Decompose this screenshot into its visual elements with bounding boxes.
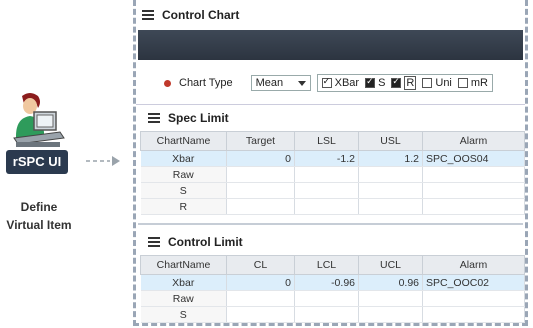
- spec-limit-title: Spec Limit: [168, 111, 229, 125]
- cell[interactable]: -0.96: [294, 274, 359, 291]
- table-row[interactable]: Raw: [140, 290, 525, 307]
- cell[interactable]: [358, 182, 423, 199]
- cell[interactable]: [226, 166, 295, 183]
- cell[interactable]: -1.2: [294, 150, 359, 167]
- list-icon: [148, 237, 160, 247]
- r-label: R: [404, 76, 417, 90]
- cell[interactable]: [226, 322, 295, 323]
- cell[interactable]: SPC_OOS04: [422, 150, 525, 167]
- list-icon: [148, 113, 160, 123]
- control-chart-header: Control Chart: [136, 4, 525, 26]
- col-header[interactable]: ChartName: [140, 131, 227, 151]
- table-row[interactable]: S: [140, 306, 525, 323]
- dashed-arrow-icon: [86, 156, 120, 166]
- mr-label: mR: [470, 77, 488, 89]
- caption: Define Virtual Item: [0, 198, 78, 234]
- uni-checkbox[interactable]: [422, 78, 433, 88]
- cell[interactable]: [422, 322, 525, 323]
- cell[interactable]: [422, 166, 525, 183]
- control-chart-panel: Control Chart Chart Type Mean XBar S R U…: [133, 0, 528, 326]
- cell[interactable]: [422, 182, 525, 199]
- cell[interactable]: SPC_OOC02: [422, 274, 525, 291]
- cell[interactable]: [358, 306, 423, 323]
- control-chart-title: Control Chart: [162, 8, 240, 22]
- cell[interactable]: [358, 166, 423, 183]
- caption-line-1: Define: [20, 200, 58, 214]
- col-header[interactable]: ChartName: [140, 255, 227, 275]
- spec-limit-table: ChartName Target LSL USL Alarm Xbar 0 -1…: [140, 131, 525, 215]
- chart-type-label: Chart Type: [179, 77, 233, 89]
- chevron-down-icon: [297, 80, 306, 86]
- cell[interactable]: [294, 306, 359, 323]
- cell[interactable]: S: [140, 182, 227, 199]
- cell[interactable]: R: [140, 322, 227, 323]
- cell[interactable]: [358, 322, 423, 323]
- table-row[interactable]: Raw: [140, 166, 525, 183]
- cell[interactable]: [226, 182, 295, 199]
- required-dot-icon: [164, 79, 171, 87]
- r-checkbox[interactable]: [391, 76, 402, 88]
- cell[interactable]: 0: [226, 274, 295, 291]
- cell[interactable]: 0.96: [358, 274, 423, 291]
- control-limit-title: Control Limit: [168, 235, 243, 249]
- cell[interactable]: [358, 198, 423, 215]
- control-limit-header: Control Limit: [136, 229, 525, 255]
- chart-type-row: Chart Type Mean XBar S R Uni mR: [136, 66, 525, 100]
- col-header[interactable]: UCL: [358, 255, 423, 275]
- cell[interactable]: [422, 290, 525, 307]
- section-divider: [138, 215, 523, 225]
- cell[interactable]: [422, 306, 525, 323]
- col-header[interactable]: CL: [226, 255, 295, 275]
- chart-type-select[interactable]: Mean: [250, 75, 311, 91]
- s-checkbox[interactable]: [365, 76, 376, 88]
- left-illustration: rSPC UI Define Virtual Item: [0, 0, 130, 328]
- table-header-row: ChartName CL LCL UCL Alarm: [140, 255, 525, 275]
- cell[interactable]: [358, 290, 423, 307]
- chart-type-value: Mean: [255, 77, 284, 89]
- cell[interactable]: 1.2: [358, 150, 423, 167]
- cell[interactable]: R: [140, 198, 227, 215]
- cell[interactable]: S: [140, 306, 227, 323]
- control-limit-table: ChartName CL LCL UCL Alarm Xbar 0 -0.96 …: [140, 255, 525, 323]
- rspc-ui-badge: rSPC UI: [6, 150, 68, 174]
- table-row[interactable]: Xbar 0 -0.96 0.96 SPC_OOC02: [140, 274, 525, 291]
- cell[interactable]: [294, 290, 359, 307]
- cell[interactable]: [226, 306, 295, 323]
- table-row[interactable]: R: [140, 198, 525, 215]
- table-row[interactable]: R: [140, 322, 525, 323]
- col-header[interactable]: Target: [226, 131, 295, 151]
- cell[interactable]: [226, 290, 295, 307]
- cell[interactable]: [422, 198, 525, 215]
- cell[interactable]: Raw: [140, 166, 227, 183]
- cell[interactable]: [294, 322, 359, 323]
- table-header-row: ChartName Target LSL USL Alarm: [140, 131, 525, 151]
- cell[interactable]: Xbar: [140, 274, 227, 291]
- cell[interactable]: Xbar: [140, 150, 227, 167]
- col-header[interactable]: LSL: [294, 131, 359, 151]
- xbar-checkbox[interactable]: [321, 76, 332, 88]
- col-header[interactable]: Alarm: [422, 255, 525, 275]
- cell[interactable]: Raw: [140, 290, 227, 307]
- table-row[interactable]: Xbar 0 -1.2 1.2 SPC_OOS04: [140, 150, 525, 167]
- chart-options-group: XBar S R Uni mR: [316, 74, 493, 92]
- col-header[interactable]: Alarm: [422, 131, 525, 151]
- s-label: S: [378, 77, 386, 89]
- uni-label: Uni: [435, 77, 452, 89]
- mr-checkbox[interactable]: [457, 78, 468, 88]
- cell[interactable]: [294, 198, 359, 215]
- xbar-label: XBar: [334, 77, 360, 89]
- cell[interactable]: [226, 198, 295, 215]
- spec-limit-header: Spec Limit: [136, 104, 525, 131]
- toolbar-bar: [138, 30, 523, 60]
- caption-line-2: Virtual Item: [6, 218, 72, 232]
- table-row[interactable]: S: [140, 182, 525, 199]
- cell[interactable]: [294, 182, 359, 199]
- col-header[interactable]: USL: [358, 131, 423, 151]
- list-icon: [142, 10, 154, 20]
- cell[interactable]: [294, 166, 359, 183]
- user-at-computer-icon: [13, 93, 65, 147]
- col-header[interactable]: LCL: [294, 255, 359, 275]
- cell[interactable]: 0: [226, 150, 295, 167]
